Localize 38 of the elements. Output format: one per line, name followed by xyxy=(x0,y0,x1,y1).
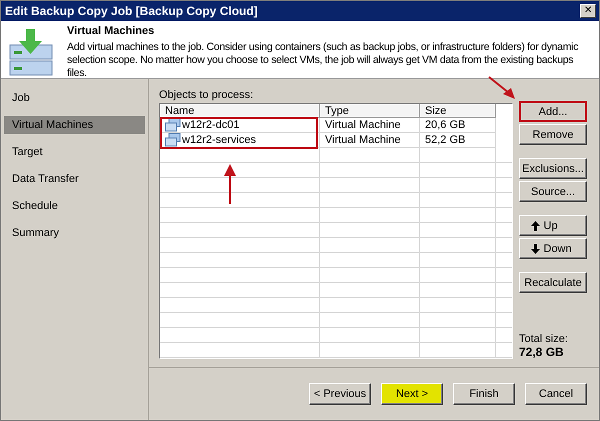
column-header[interactable]: Size xyxy=(420,104,496,118)
sidebar-item[interactable]: Job xyxy=(4,89,145,107)
sidebar-item[interactable]: Summary xyxy=(4,224,145,242)
action-button[interactable]: Exclusions... xyxy=(519,158,587,179)
close-button[interactable]: ✕ xyxy=(580,4,596,18)
column-header[interactable]: Type xyxy=(320,104,420,118)
column-header[interactable]: Name xyxy=(160,104,320,118)
annotation-arrow xyxy=(224,164,236,206)
page-title: Virtual Machines xyxy=(67,25,156,37)
sidebar-item[interactable]: Target xyxy=(4,143,145,161)
vm-name: w12r2-dc01 xyxy=(182,118,240,132)
table-cell: Virtual Machine xyxy=(320,133,420,148)
wizard-button[interactable]: Cancel xyxy=(525,383,587,405)
page-description: Add virtual machines to the job. Consider using containers (such as backup jobs, or infrastructure folders) for dynamic selection scope. No matter how you choose to select VMs, the job will always get VM data from the existing backups files. xyxy=(67,41,580,80)
action-button[interactable]: Up xyxy=(519,215,587,236)
arrow-down-icon xyxy=(530,244,540,254)
wizard-button[interactable]: < Previous xyxy=(309,383,371,405)
total-size-label: Total size: xyxy=(519,333,569,345)
arrow-up-icon xyxy=(530,220,540,230)
sidebar-item[interactable]: Data Transfer xyxy=(4,170,145,188)
window-title: Edit Backup Copy Job [Backup Copy Cloud] xyxy=(5,4,258,18)
vm-name: w12r2-services xyxy=(182,133,256,147)
action-button[interactable]: Add... xyxy=(519,101,587,122)
objects-label: Objects to process: xyxy=(159,89,254,101)
table-cell: 52,2 GB xyxy=(420,133,496,148)
total-size-value: 72,8 GB xyxy=(519,345,565,359)
annotation-arrow xyxy=(487,75,517,101)
vm-icon xyxy=(165,118,181,132)
sidebar-item[interactable]: Virtual Machines xyxy=(4,116,145,134)
wizard-button[interactable]: Next > xyxy=(381,383,443,405)
sidebar-item[interactable]: Schedule xyxy=(4,197,145,215)
action-button[interactable]: Remove xyxy=(519,124,587,145)
action-button[interactable]: Recalculate xyxy=(519,272,587,293)
action-button[interactable]: Source... xyxy=(519,181,587,202)
action-button[interactable]: Down xyxy=(519,238,587,259)
download-server-icon xyxy=(9,27,53,77)
wizard-button[interactable]: Finish xyxy=(453,383,515,405)
vm-icon xyxy=(165,133,181,147)
